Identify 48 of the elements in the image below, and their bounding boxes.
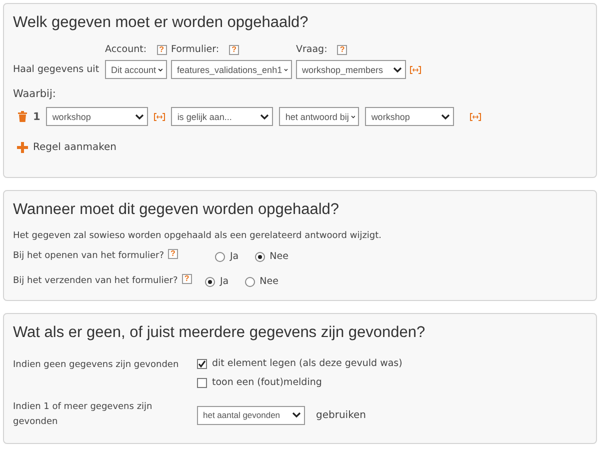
question-label: Bij het verzenden van het formulier?	[13, 276, 178, 286]
checkbox-option[interactable]: toon een (fout)melding	[197, 377, 402, 388]
many-found-label: Indien 1 of meer gegevens zijn gevonden	[13, 402, 152, 427]
select-field[interactable]: het aantal gevonden	[197, 406, 305, 424]
link-icon[interactable]	[470, 112, 482, 120]
link-icon[interactable]	[410, 66, 421, 74]
chevron-icon	[393, 66, 402, 72]
chevron-icon	[292, 412, 301, 418]
radio-option[interactable]: Ja	[205, 276, 229, 287]
info-text: Het gegeven zal sowieso worden opgehaald als een gerelateerd antwoord wijzigt.	[13, 231, 383, 241]
chevron-icon	[260, 114, 270, 120]
section-title: Wanneer moet dit gegeven worden opgehaald?	[13, 201, 340, 219]
select-field[interactable]: is gelijk aan...	[171, 107, 274, 126]
none-found-label: Indien geen gegevens zijn gevonden	[13, 360, 179, 370]
column-label: Formulier:	[171, 44, 220, 55]
radio-button[interactable]	[244, 276, 255, 286]
select-field[interactable]: features_validations_enh1	[171, 60, 292, 79]
chevron-icon	[350, 114, 356, 120]
select-field[interactable]: het antwoord bij	[279, 107, 360, 126]
chevron-icon	[441, 114, 450, 120]
radio-option[interactable]: Nee	[254, 251, 288, 262]
checkbox[interactable]	[197, 358, 207, 368]
link-icon[interactable]	[154, 112, 166, 120]
chevron-icon	[135, 114, 144, 120]
chevron-icon	[158, 66, 163, 72]
select-field[interactable]: workshop	[365, 107, 454, 126]
radio-option[interactable]: Ja	[215, 251, 239, 262]
plus-icon	[17, 142, 28, 153]
add-rule-button[interactable]: Regel aanmaken	[17, 142, 116, 153]
select-field[interactable]: Dit account	[105, 60, 167, 79]
question-label: Bij het openen van het formulier?	[13, 251, 164, 261]
trash-icon[interactable]	[18, 111, 27, 122]
select-field[interactable]: workshop_members	[296, 60, 406, 79]
where-label: Waarbij:	[13, 88, 56, 100]
section-title: Welk gegeven moet er worden opgehaald?	[13, 14, 310, 32]
select-field[interactable]: workshop	[46, 107, 148, 126]
suffix-text: gebruiken	[316, 410, 366, 420]
section-title: Wat als er geen, of juist meerdere gegevens zijn gevonden?	[13, 324, 426, 342]
column-label: Account:	[105, 44, 147, 55]
source-label: Haal gegevens uit	[13, 64, 100, 75]
checkbox[interactable]	[197, 378, 207, 388]
radio-button[interactable]	[254, 252, 265, 262]
radio-option[interactable]: Nee	[244, 276, 278, 287]
checkbox-option[interactable]: dit element legen (als deze gevuld was)	[197, 358, 402, 369]
radio-button[interactable]	[215, 252, 225, 262]
column-label: Vraag:	[296, 44, 328, 55]
radio-button[interactable]	[205, 276, 215, 286]
condition-number: 1	[33, 110, 40, 122]
